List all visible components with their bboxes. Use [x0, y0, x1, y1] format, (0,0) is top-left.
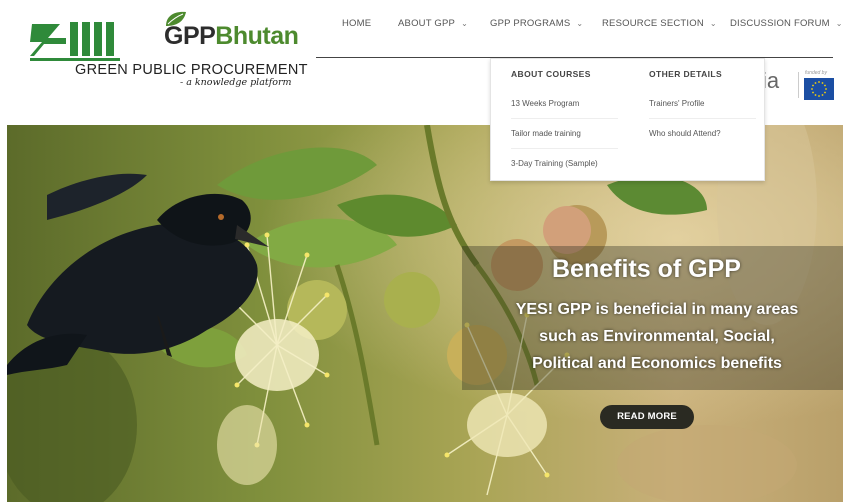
nav-home[interactable]: HOME	[342, 18, 371, 29]
dropdown-divider	[511, 148, 618, 149]
nav-home-label: HOME	[342, 18, 372, 29]
other-details-heading: OTHER DETAILS	[649, 69, 723, 79]
nav-about-gpp[interactable]: ABOUT GPP ⌄	[398, 18, 468, 29]
hero-description: YES! GPP is beneficial in many areas suc…	[515, 301, 799, 372]
about-courses-heading: ABOUT COURSES	[511, 69, 591, 79]
chevron-down-icon: ⌄	[461, 19, 468, 28]
chevron-down-icon: ⌄	[576, 19, 584, 28]
site-logo[interactable]: GPPBhutan GREEN PUBLIC PROCUREMENT - a k…	[30, 10, 307, 88]
chevron-down-icon: ⌄	[709, 19, 717, 28]
logo-bhutan-suffix: Bhutan	[215, 22, 299, 50]
logo-org-name: GREEN PUBLIC PROCUREMENT	[75, 62, 308, 78]
nav-discussion-forum-label: DISCUSSION FORUM	[730, 18, 830, 29]
chevron-down-icon: ⌄	[835, 19, 843, 28]
nav-discussion-forum[interactable]: DISCUSSION FORUM ⌄	[730, 18, 843, 29]
dropdown-link-tailor-made[interactable]: Tailor made training	[511, 129, 581, 138]
hero-title: Benefits of GPP	[552, 255, 741, 283]
logo-gpp-prefix: GPP	[164, 22, 216, 50]
dropdown-link-trainers-profile[interactable]: Trainers' Profile	[649, 99, 704, 108]
gpp-programs-dropdown: ABOUT COURSES 13 Weeks Program Tailor ma…	[490, 58, 765, 181]
partner-divider	[798, 72, 799, 98]
nav-resource-section[interactable]: RESOURCE SECTION ⌄	[602, 18, 717, 29]
nav-gpp-programs-label: GPP PROGRAMS	[490, 18, 571, 29]
nav-about-gpp-label: ABOUT GPP	[398, 18, 456, 29]
eu-funded-label: funded by	[805, 70, 827, 76]
dropdown-link-who-should-attend[interactable]: Who should Attend?	[649, 129, 721, 138]
nav-resource-section-label: RESOURCE SECTION	[602, 18, 704, 29]
eu-flag-icon	[804, 78, 834, 100]
dropdown-link-13-weeks[interactable]: 13 Weeks Program	[511, 99, 579, 108]
dropdown-link-3-day[interactable]: 3-Day Training (Sample)	[511, 159, 598, 168]
logo-gpp-bhutan: GPPBhutan	[164, 22, 299, 51]
logo-tagline: - a knowledge platform	[180, 77, 292, 88]
hero-slider: Benefits of GPP YES! GPP is beneficial i…	[7, 125, 843, 502]
partner-logos: ia funded by	[762, 68, 842, 104]
gpp-logo-mark-icon	[30, 22, 120, 61]
dropdown-divider	[649, 118, 756, 119]
dropdown-divider	[511, 118, 618, 119]
read-more-button[interactable]: READ MORE	[600, 405, 694, 429]
nav-gpp-programs[interactable]: GPP PROGRAMS ⌄	[490, 18, 583, 29]
main-navigation: HOME ABOUT GPP ⌄ GPP PROGRAMS ⌄ RESOURCE S…	[316, 0, 843, 58]
